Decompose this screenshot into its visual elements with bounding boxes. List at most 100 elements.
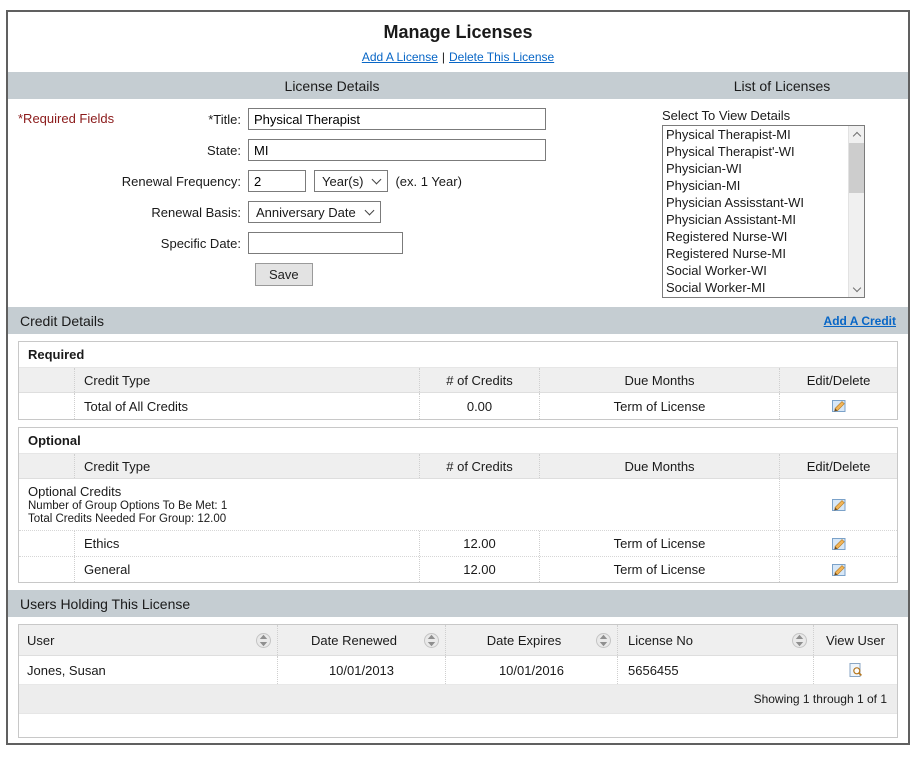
sort-date-expires-icon[interactable] — [596, 632, 611, 649]
sort-user-icon[interactable] — [256, 632, 271, 649]
link-separator: | — [438, 50, 449, 64]
num-credits-header: # of Credits — [419, 368, 539, 392]
license-option[interactable]: Physician Assistant-MI — [663, 211, 847, 228]
spacer-cell — [19, 531, 74, 556]
due-months-cell: Term of License — [539, 393, 779, 419]
credit-type-header: Credit Type — [74, 454, 419, 478]
users-header-row: User Date Renewed — [19, 625, 897, 656]
view-user-column-header: View User — [813, 625, 897, 655]
state-input[interactable] — [248, 139, 546, 161]
credit-details-header: Credit Details — [8, 313, 104, 329]
license-option[interactable]: Registered Nurse-MI — [663, 245, 847, 262]
save-button[interactable]: Save — [255, 263, 313, 286]
date-renewed-column-header: Date Renewed — [277, 625, 445, 655]
edit-delete-header: Edit/Delete — [779, 368, 897, 392]
renewal-frequency-row: Renewal Frequency: Year(s) (ex. 1 Year) — [8, 170, 653, 192]
renewal-frequency-unit-select[interactable]: Year(s) — [314, 170, 388, 192]
due-months-header: Due Months — [539, 454, 779, 478]
edit-credit-icon[interactable] — [831, 562, 847, 578]
add-license-link[interactable]: Add A License — [362, 50, 438, 64]
table-row: Ethics 12.00 Term of License — [19, 530, 897, 556]
license-option[interactable]: Physical Therapist'-WI — [663, 143, 847, 160]
table-row: General 12.00 Term of License — [19, 556, 897, 582]
edit-credit-icon[interactable] — [831, 398, 847, 414]
title-input[interactable] — [248, 108, 546, 130]
num-credits-cell: 12.00 — [419, 557, 539, 582]
user-cell: Jones, Susan — [19, 656, 277, 684]
credit-type-header: Credit Type — [74, 368, 419, 392]
license-option[interactable]: Social Worker-MI — [663, 279, 847, 296]
date-renewed-value: 10/01/2013 — [284, 663, 439, 678]
renewal-frequency-hint: (ex. 1 Year) — [395, 174, 462, 189]
optional-group-title: Optional Credits — [28, 484, 770, 499]
delete-license-link[interactable]: Delete This License — [449, 50, 554, 64]
state-label: State: — [8, 143, 248, 158]
date-expires-column-header: Date Expires — [445, 625, 617, 655]
optional-title: Optional — [19, 428, 897, 454]
required-credits-table: Required Credit Type # of Credits Due Mo… — [18, 341, 898, 420]
pagination-status: Showing 1 through 1 of 1 — [19, 685, 897, 714]
license-option[interactable]: Physician-MI — [663, 177, 847, 194]
empty-area — [19, 714, 897, 737]
renewal-frequency-unit-value: Year(s) — [322, 174, 363, 189]
listbox-scrollbar[interactable] — [848, 126, 864, 297]
license-no-cell: 5656455 — [617, 656, 813, 684]
credit-details-bar: Credit Details Add A Credit — [8, 307, 908, 334]
credits-header-row: Credit Type # of Credits Due Months Edit… — [19, 368, 897, 393]
renewal-basis-value: Anniversary Date — [256, 205, 356, 220]
licenses-listbox[interactable]: Physical Therapist-MI Physical Therapist… — [662, 125, 865, 298]
license-option[interactable]: Social Worker-WI — [663, 262, 847, 279]
manage-licenses-window: Manage Licenses Add A License|Delete Thi… — [6, 10, 910, 745]
date-expires-cell: 10/01/2016 — [445, 656, 617, 684]
spacer-cell — [19, 454, 74, 478]
add-credit-link[interactable]: Add A Credit — [824, 314, 896, 328]
credit-type-cell: Total of All Credits — [74, 393, 419, 419]
renewal-frequency-label: Renewal Frequency: — [8, 174, 248, 189]
edit-delete-cell — [779, 557, 897, 582]
optional-group-info: Optional Credits Number of Group Options… — [19, 479, 779, 530]
license-option[interactable]: Registered Nurse-WI — [663, 228, 847, 245]
list-of-licenses-panel: Select To View Details Physical Therapis… — [653, 108, 908, 307]
edit-delete-cell — [779, 393, 897, 419]
user-name: Jones, Susan — [27, 663, 106, 678]
license-form: *Title: State: Renewal Frequency: Year(s… — [8, 108, 653, 307]
license-no-column-header: License No — [617, 625, 813, 655]
sort-license-no-icon[interactable] — [792, 632, 807, 649]
license-option[interactable]: Physician Assisstant-WI — [663, 194, 847, 211]
optional-group-row: Optional Credits Number of Group Options… — [19, 479, 897, 530]
spacer-cell — [19, 368, 74, 392]
required-fields-note: *Required Fields — [18, 111, 114, 126]
state-row: State: — [8, 139, 653, 161]
edit-credit-icon[interactable] — [831, 497, 847, 513]
license-option[interactable]: Physician-WI — [663, 160, 847, 177]
date-renewed-cell: 10/01/2013 — [277, 656, 445, 684]
scroll-up-icon[interactable] — [849, 126, 864, 142]
license-no-value: 5656455 — [628, 663, 679, 678]
user-column-header: User — [19, 625, 277, 655]
edit-delete-cell — [779, 531, 897, 556]
users-holding-header: Users Holding This License — [8, 596, 190, 612]
specific-date-row: Specific Date: — [8, 232, 653, 254]
scroll-down-icon[interactable] — [849, 281, 864, 297]
edit-credit-icon[interactable] — [831, 536, 847, 552]
view-user-icon[interactable] — [848, 662, 864, 678]
view-user-cell — [813, 656, 897, 684]
edit-delete-header: Edit/Delete — [779, 454, 897, 478]
renewal-basis-select[interactable]: Anniversary Date — [248, 201, 381, 223]
sort-date-renewed-icon[interactable] — [424, 632, 439, 649]
date-expires-header-label: Date Expires — [452, 633, 596, 648]
renewal-frequency-input[interactable] — [248, 170, 306, 192]
chevron-down-icon — [372, 174, 382, 184]
group-total-line: Total Credits Needed For Group: 12.00 — [28, 513, 770, 525]
spacer-cell — [19, 557, 74, 582]
license-option[interactable]: Physical Therapist-MI — [663, 126, 847, 143]
group-options-line: Number of Group Options To Be Met: 1 — [28, 500, 770, 512]
num-credits-header: # of Credits — [419, 454, 539, 478]
select-to-view-label: Select To View Details — [662, 108, 908, 123]
specific-date-input[interactable] — [248, 232, 403, 254]
user-header-label: User — [27, 633, 54, 648]
users-holding-bar: Users Holding This License — [8, 590, 908, 617]
edit-delete-cell — [779, 479, 897, 530]
license-details-section: *Required Fields *Title: State: Renewal … — [8, 99, 908, 307]
scrollbar-thumb[interactable] — [849, 143, 864, 193]
